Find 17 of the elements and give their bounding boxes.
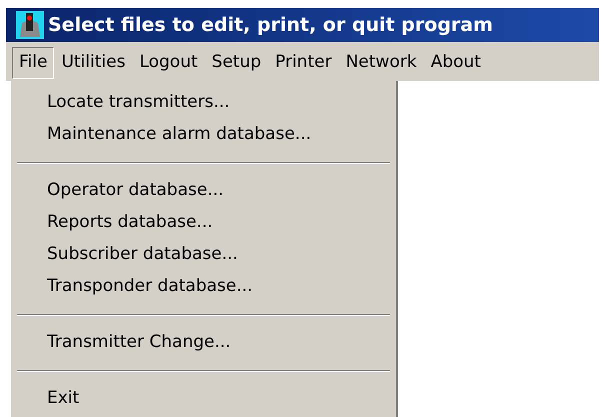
menu-bar-item[interactable]: Logout <box>132 47 205 79</box>
menu-item[interactable]: Reports database... <box>11 207 396 239</box>
menu-item[interactable]: Maintenance alarm database... <box>11 119 396 151</box>
window-title: Select files to edit, print, or quit program <box>48 12 493 38</box>
menu-item[interactable]: Locate transmitters... <box>11 87 396 119</box>
menu-bar-item[interactable]: Setup <box>204 47 268 79</box>
menu-item[interactable]: Transponder database... <box>11 271 396 303</box>
menu-bar-item[interactable]: Utilities <box>54 47 132 79</box>
menu-bar-item[interactable]: About <box>424 47 488 79</box>
menu-item[interactable]: Subscriber database... <box>11 239 396 271</box>
menu-bar-item[interactable]: Printer <box>268 47 339 79</box>
menu-bar-item[interactable]: Network <box>338 47 424 79</box>
menu-bar-item[interactable]: File <box>12 47 54 79</box>
menu-item[interactable]: Transmitter Change... <box>11 327 396 359</box>
menu-item[interactable]: Exit <box>11 383 396 415</box>
menu-item[interactable]: Operator database... <box>11 175 396 207</box>
app-icon <box>16 11 44 39</box>
